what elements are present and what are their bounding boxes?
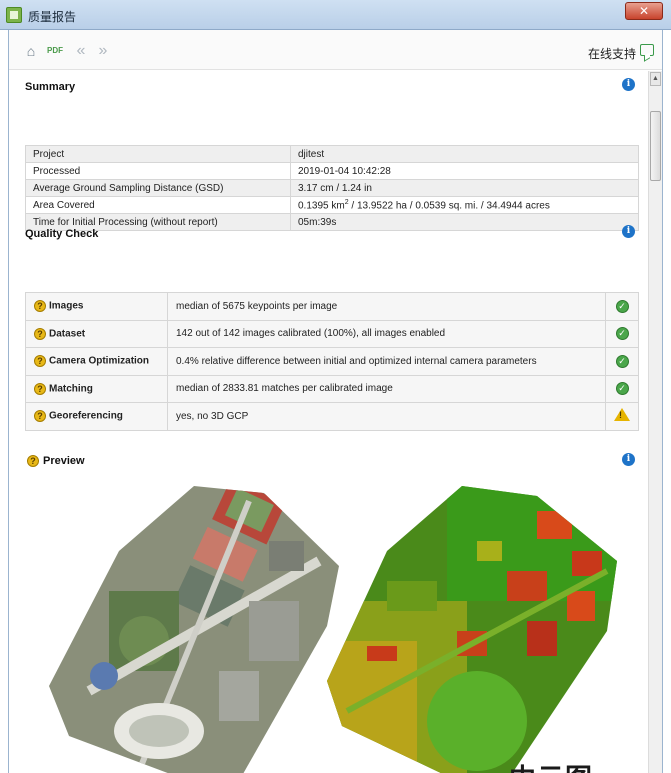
scroll-thumb[interactable] [650,111,661,181]
watermark-text: 中云图 [509,757,593,773]
quality-detail: median of 2833.81 matches per calibrated… [167,374,606,403]
quality-name: Camera Optimization [49,355,150,367]
report-frame: ⌂ PDF « » 在线支持 Summary i Project djitest… [8,30,663,773]
quality-name: Dataset [49,328,86,340]
orthomosaic-preview-image [49,486,339,773]
table-row: Processed 2019-01-04 10:42:28 [25,162,639,180]
table-row: ? Georeferencing yes, no 3D GCP ! [25,402,639,431]
summary-label: Project [25,145,291,163]
home-icon[interactable]: ⌂ [23,44,39,58]
table-row: ? Dataset 142 out of 142 images calibrate… [25,319,639,348]
close-button[interactable]: ✕ [625,2,663,20]
help-icon[interactable]: ? [34,382,46,395]
report-content: Summary i Project djitest Processed 2019… [9,71,649,773]
quality-info-icon[interactable]: i [622,225,635,238]
summary-label: Processed [25,162,291,180]
summary-table: Project djitest Processed 2019-01-04 10:… [25,145,639,231]
table-row: Area Covered 0.1395 km2 / 13.9522 ha / 0… [25,196,639,214]
window-title: 质量报告 [28,10,77,24]
status-cell: ✓ [605,319,639,348]
scroll-up-arrow[interactable]: ▲ [650,72,661,86]
quality-detail: 142 out of 142 images calibrated (100%),… [167,319,606,348]
quality-name-cell: ? Georeferencing [25,402,168,431]
online-support-link[interactable]: 在线支持 [588,45,636,62]
check-icon: ✓ [615,327,629,341]
preview-title-text: Preview [43,455,85,467]
area-value-suffix: / 13.9522 ha / 0.0539 sq. mi. / 34.4944 … [348,200,550,212]
quality-table: ? Images median of 5675 keypoints per ima… [25,292,639,431]
help-icon[interactable]: ? [34,410,46,423]
forward-icon[interactable]: » [95,43,111,59]
window-titlebar: 质量报告 ✕ [0,0,671,30]
check-icon: ✓ [615,299,629,313]
pdf-icon[interactable]: PDF [47,44,63,58]
check-icon: ✓ [615,354,629,368]
quality-detail: 0.4% relative difference between initial… [167,347,606,376]
help-icon[interactable]: ? [34,300,46,313]
toolbar: ⌂ PDF « » 在线支持 [9,30,662,70]
area-value-prefix: 0.1395 km [298,200,345,212]
quality-name: Matching [49,383,93,395]
summary-value: djitest [290,145,639,163]
status-cell: ✓ [605,292,639,321]
quality-name-cell: ? Images [25,292,168,321]
help-icon[interactable]: ? [27,455,39,468]
quality-name: Images [49,300,84,312]
table-row: Project djitest [25,145,639,163]
summary-info-icon[interactable]: i [622,78,635,91]
summary-value: 3.17 cm / 1.24 in [290,179,639,197]
summary-label: Average Ground Sampling Distance (GSD) [25,179,291,197]
table-row: Average Ground Sampling Distance (GSD) 3… [25,179,639,197]
quality-name: Georeferencing [49,410,123,422]
summary-label: Area Covered [25,196,291,214]
quality-check-title: Quality Check [25,228,99,240]
help-icon[interactable]: ? [34,327,46,340]
table-row: Time for Initial Processing (without rep… [25,213,639,231]
summary-value: 2019-01-04 10:42:28 [290,162,639,180]
quality-detail: median of 5675 keypoints per image [167,292,606,321]
status-cell: ✓ [605,374,639,403]
preview-info-icon[interactable]: i [622,453,635,466]
quality-detail: yes, no 3D GCP [167,402,606,431]
table-row: ? Matching median of 2833.81 matches per … [25,374,639,403]
quality-name-cell: ? Camera Optimization [25,347,168,376]
table-row: ? Images median of 5675 keypoints per ima… [25,292,639,321]
vertical-scrollbar[interactable]: ▲ [648,71,662,773]
quality-name-cell: ? Matching [25,374,168,403]
status-cell: ✓ [605,347,639,376]
table-row: ? Camera Optimization 0.4% relative diffe… [25,347,639,376]
back-icon[interactable]: « [73,43,89,59]
summary-value: 0.1395 km2 / 13.9522 ha / 0.0539 sq. mi.… [290,196,639,214]
app-icon [6,7,22,23]
check-icon: ✓ [615,382,629,396]
summary-title: Summary [25,81,76,93]
summary-value: 05m:39s [290,213,639,231]
quality-name-cell: ? Dataset [25,319,168,348]
warning-icon: ! [614,408,630,422]
preview-title: ? Preview [27,455,85,468]
chat-icon[interactable] [640,44,654,56]
dsm-preview-image [327,486,617,773]
help-icon[interactable]: ? [34,355,46,368]
status-cell: ! [605,402,639,431]
